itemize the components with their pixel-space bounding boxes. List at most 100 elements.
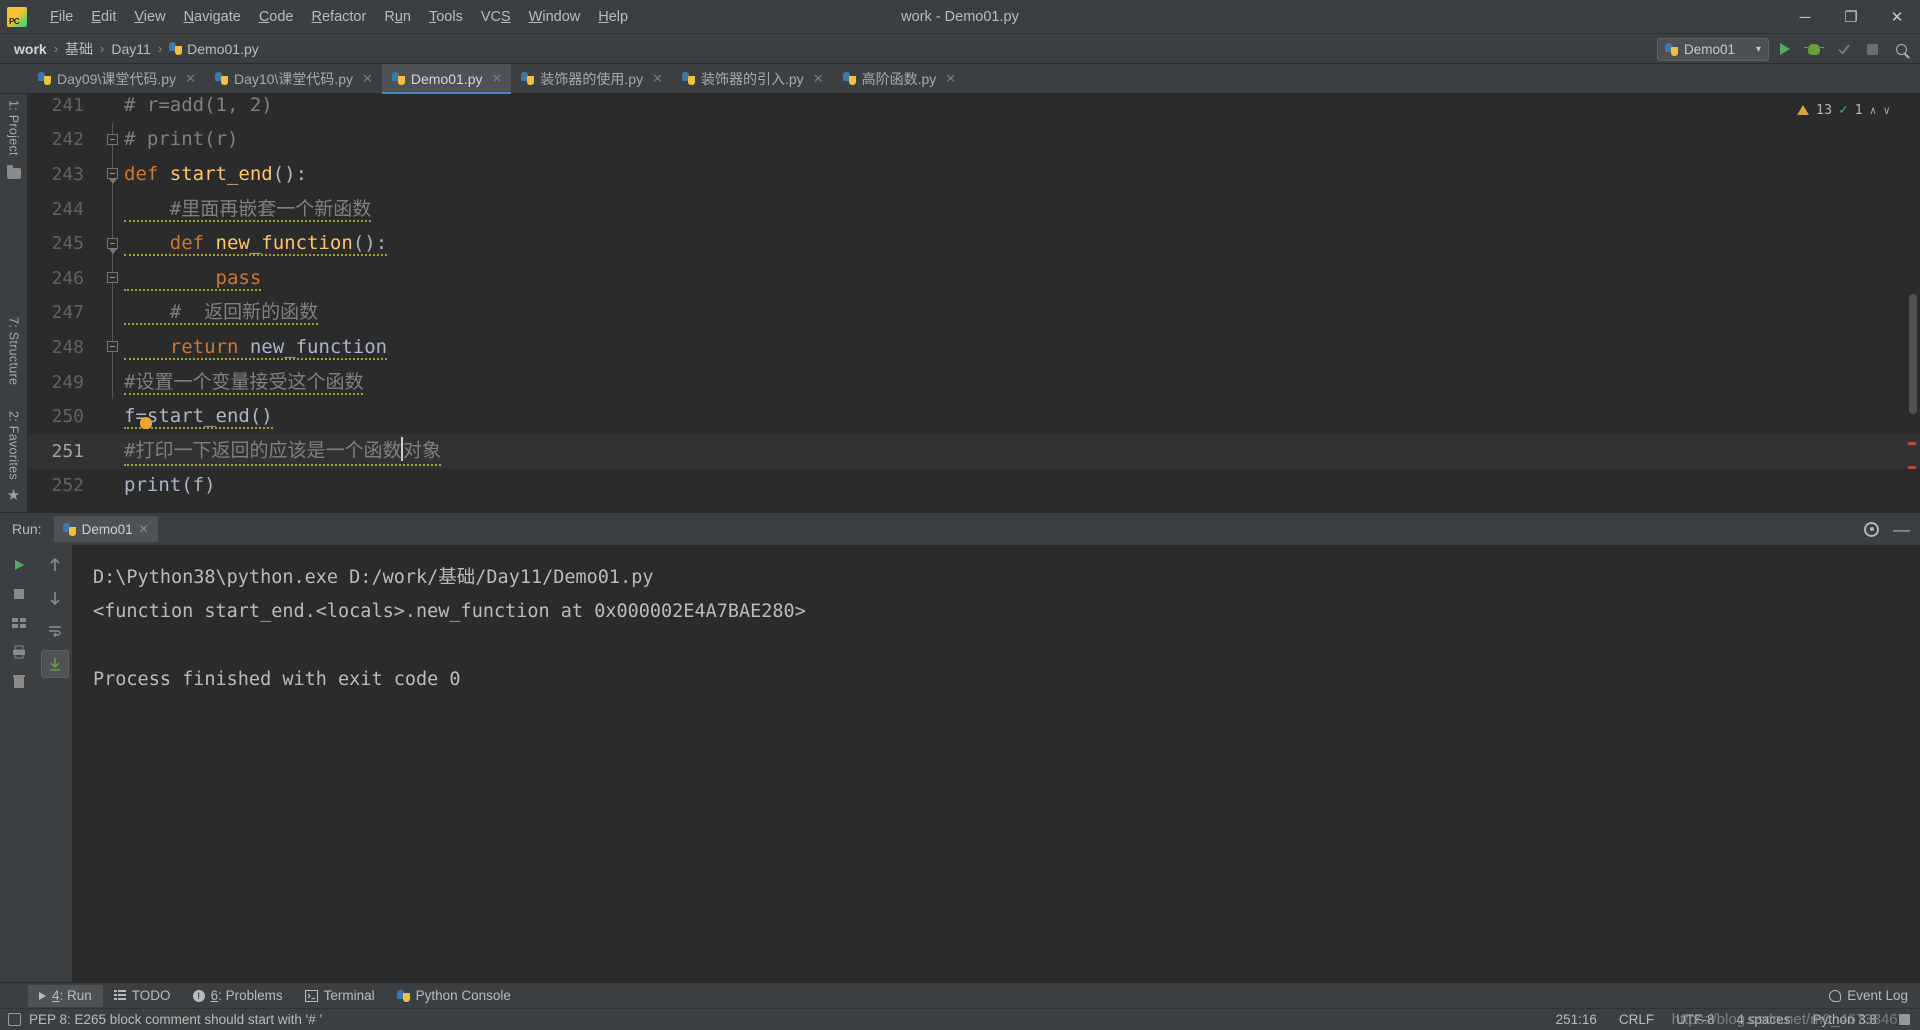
tool-window-todo[interactable]: TODO	[103, 985, 182, 1007]
fold-gutter[interactable]	[102, 191, 124, 227]
line-separator[interactable]: CRLF	[1619, 1012, 1654, 1027]
sidebar-item-structure[interactable]: 7: Structure	[7, 311, 21, 391]
menu-item-view[interactable]: View	[125, 6, 174, 28]
inspection-widget[interactable]: 13 ✓ 1 ∧ ∨	[1796, 102, 1890, 118]
fold-toggle-icon[interactable]	[107, 237, 118, 254]
code-line-244[interactable]: 244 #里面再嵌套一个新函数	[28, 191, 1920, 227]
code-line-248[interactable]: 248 return new_function	[28, 330, 1920, 365]
lock-icon[interactable]	[1899, 1014, 1910, 1025]
menu-item-tools[interactable]: Tools	[420, 6, 472, 28]
editor-tab-3[interactable]: 装饰器的使用.py ✕	[511, 64, 672, 93]
menu-item-window[interactable]: Window	[520, 6, 590, 28]
editor-tab-0[interactable]: Day09\课堂代码.py ✕	[28, 64, 205, 93]
fold-gutter[interactable]	[102, 364, 124, 400]
fold-gutter[interactable]	[102, 399, 124, 434]
close-icon[interactable]: ✕	[945, 71, 956, 87]
menu-item-file[interactable]: File	[41, 6, 82, 28]
clear-console-button[interactable]	[5, 667, 33, 695]
breadcrumb-item-3[interactable]: Demo01.py	[165, 40, 263, 58]
maximize-button[interactable]: ❐	[1828, 0, 1874, 34]
editor-tab-1[interactable]: Day10\课堂代码.py ✕	[205, 64, 382, 93]
fold-gutter[interactable]	[102, 226, 124, 261]
breadcrumb-item-2[interactable]: Day11	[107, 40, 154, 58]
indent-setting[interactable]: 4 spaces	[1736, 1012, 1790, 1027]
fold-gutter[interactable]	[102, 260, 124, 296]
python-interpreter[interactable]: Python 3.8	[1812, 1012, 1877, 1027]
event-log-button[interactable]: Event Log	[1829, 988, 1908, 1003]
fold-gutter[interactable]	[102, 330, 124, 365]
code-line-241[interactable]: 241 # r=add(1, 2)	[28, 94, 1920, 123]
tool-window-4-run[interactable]: 4: Run	[28, 984, 103, 1007]
menu-item-vcs[interactable]: VCS	[472, 6, 520, 28]
fold-toggle-icon[interactable]	[107, 341, 118, 353]
tool-window-terminal[interactable]: Terminal	[294, 985, 386, 1007]
code-line-242[interactable]: 242 # print(r)	[28, 122, 1920, 158]
code-line-246[interactable]: 246 pass	[28, 260, 1920, 296]
close-button[interactable]: ✕	[1874, 0, 1920, 34]
close-icon[interactable]: ✕	[492, 71, 503, 87]
fold-gutter[interactable]	[102, 122, 124, 158]
stop-button[interactable]	[1859, 36, 1885, 62]
code-line-245[interactable]: 245 def new_function():	[28, 226, 1920, 261]
console-output[interactable]: D:\Python38\python.exe D:/work/基础/Day11/…	[72, 545, 1920, 982]
print-layout-button[interactable]	[5, 609, 33, 637]
code-line-252[interactable]: 252 print(f)	[28, 469, 1920, 504]
message-icon[interactable]	[8, 1013, 21, 1026]
menu-item-refactor[interactable]: Refactor	[303, 6, 376, 28]
run-session-tab[interactable]: Demo01 ✕	[53, 516, 158, 542]
tool-window-6-problems[interactable]: ! 6: Problems	[182, 985, 294, 1007]
fold-gutter[interactable]	[102, 94, 124, 123]
minimize-button[interactable]: ─	[1782, 0, 1828, 34]
close-icon[interactable]: ✕	[652, 71, 663, 87]
file-encoding[interactable]: UTF-8	[1676, 1012, 1714, 1027]
run-coverage-button[interactable]	[1830, 36, 1856, 62]
error-stripe-mark[interactable]	[1908, 442, 1916, 445]
fold-gutter[interactable]	[102, 157, 124, 192]
scroll-down-icon[interactable]: ∨	[1883, 104, 1890, 117]
editor-tab-5[interactable]: 高阶函数.py ✕	[833, 64, 966, 93]
fold-gutter[interactable]	[102, 295, 124, 331]
sidebar-item-project[interactable]: 1: Project	[7, 94, 21, 162]
run-button[interactable]	[1772, 36, 1798, 62]
code-editor[interactable]: 241 # r=add(1, 2) 242 # print(r) 243 def star…	[28, 94, 1920, 512]
editor-tab-2[interactable]: Demo01.py ✕	[381, 64, 512, 94]
fold-gutter[interactable]	[102, 434, 124, 469]
scroll-up-button[interactable]	[41, 551, 69, 579]
fold-toggle-icon[interactable]	[107, 168, 118, 185]
code-line-249[interactable]: 249 #设置一个变量接受这个函数	[28, 364, 1920, 400]
scroll-to-end-button[interactable]	[41, 650, 69, 678]
code-line-247[interactable]: 247 # 返回新的函数	[28, 295, 1920, 331]
error-stripe-mark[interactable]	[1908, 466, 1916, 469]
scroll-down-button[interactable]	[41, 584, 69, 612]
code-line-243[interactable]: 243 def start_end():	[28, 157, 1920, 192]
tool-window-python-console[interactable]: Python Console	[386, 985, 522, 1007]
soft-wrap-button[interactable]	[41, 617, 69, 645]
breadcrumb-item-1[interactable]: 基础	[61, 38, 97, 60]
menu-item-help[interactable]: Help	[589, 6, 637, 28]
menu-item-run[interactable]: Run	[375, 6, 420, 28]
sidebar-item-favorites[interactable]: 2: Favorites	[7, 405, 21, 486]
close-icon[interactable]: ✕	[185, 71, 196, 87]
editor-tab-4[interactable]: 装饰器的引入.py ✕	[672, 64, 833, 93]
caret-position[interactable]: 251:16	[1556, 1012, 1597, 1027]
search-everywhere-button[interactable]	[1888, 36, 1914, 62]
editor-scrollbar[interactable]	[1908, 94, 1918, 512]
stop-process-button[interactable]	[5, 580, 33, 608]
menu-item-navigate[interactable]: Navigate	[175, 6, 250, 28]
menu-item-code[interactable]: Code	[250, 6, 303, 28]
close-icon[interactable]: ✕	[362, 71, 373, 87]
hide-panel-button[interactable]: —	[1893, 521, 1910, 538]
breadcrumb-item-0[interactable]: work	[10, 40, 51, 58]
gear-icon[interactable]	[1864, 521, 1879, 537]
close-icon[interactable]: ✕	[813, 71, 824, 87]
print-button[interactable]	[5, 638, 33, 666]
scrollbar-thumb[interactable]	[1909, 294, 1917, 414]
fold-toggle-icon[interactable]	[107, 133, 118, 145]
fold-toggle-icon[interactable]	[107, 272, 118, 284]
menu-item-edit[interactable]: Edit	[82, 6, 125, 28]
intention-bulb-icon[interactable]	[140, 417, 152, 430]
code-line-250[interactable]: 250 f=start_end()	[28, 399, 1920, 434]
fold-gutter[interactable]	[102, 469, 124, 504]
debug-button[interactable]	[1801, 36, 1827, 62]
scroll-up-icon[interactable]: ∧	[1870, 104, 1877, 117]
